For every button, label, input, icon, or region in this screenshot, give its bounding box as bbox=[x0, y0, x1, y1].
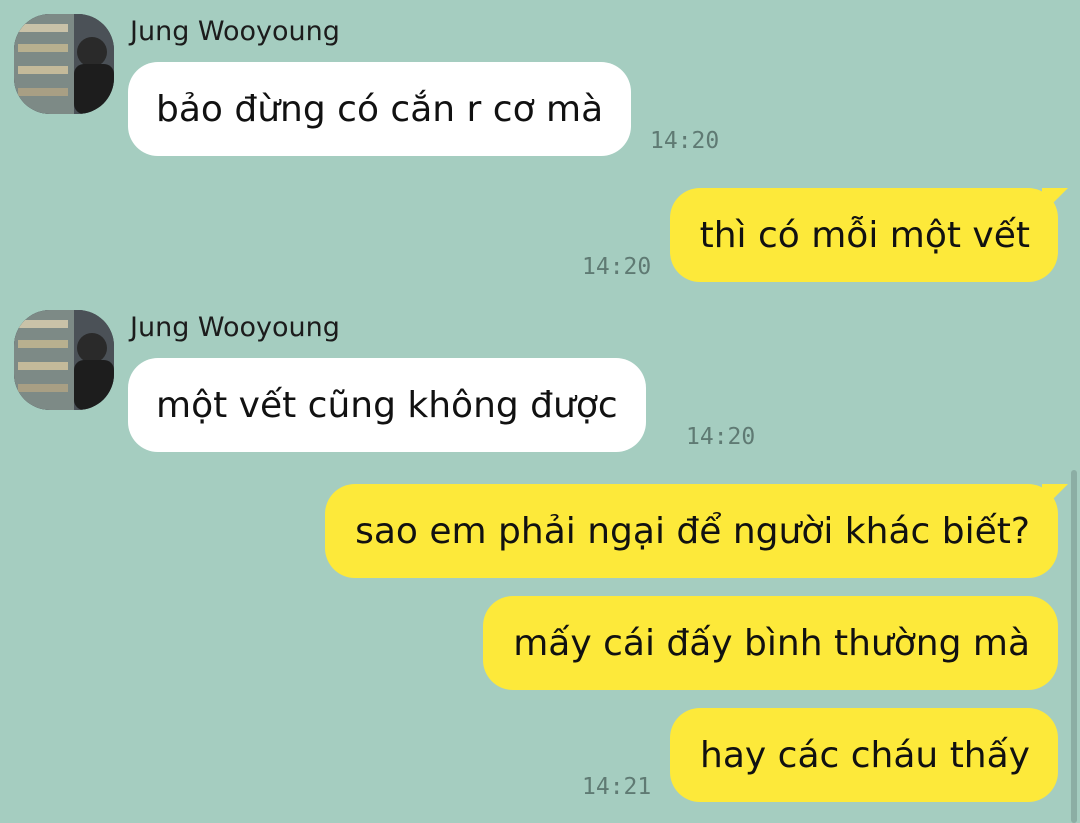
message-timestamp: 14:20 bbox=[686, 424, 756, 450]
incoming-message-bubble[interactable]: bảo đừng có cắn r cơ mà bbox=[128, 62, 632, 156]
outgoing-message-bubble[interactable]: sao em phải ngại để người khác biết? bbox=[325, 484, 1058, 578]
message-timestamp: 14:21 bbox=[582, 774, 652, 800]
outgoing-message-bubble[interactable]: hay các cháu thấy bbox=[670, 708, 1058, 802]
outgoing-message-bubble[interactable]: mấy cái đấy bình thường mà bbox=[483, 596, 1058, 690]
message-timestamp: 14:20 bbox=[650, 128, 720, 154]
chat-area[interactable]: Jung Wooyoung bảo đừng có cắn r cơ mà 14… bbox=[0, 0, 1080, 823]
incoming-message-bubble[interactable]: một vết cũng không được bbox=[128, 358, 646, 452]
sender-name: Jung Wooyoung bbox=[130, 312, 340, 343]
sender-name: Jung Wooyoung bbox=[130, 16, 340, 47]
avatar[interactable] bbox=[14, 14, 114, 114]
message-timestamp: 14:20 bbox=[582, 254, 652, 280]
outgoing-message-bubble[interactable]: thì có mỗi một vết bbox=[669, 188, 1058, 282]
avatar[interactable] bbox=[14, 310, 114, 410]
scrollbar[interactable] bbox=[1071, 470, 1077, 823]
